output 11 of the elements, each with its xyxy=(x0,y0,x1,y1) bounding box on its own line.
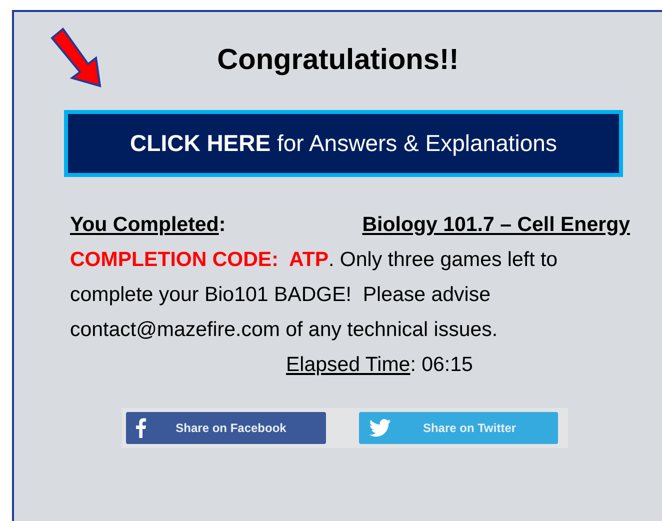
course-name: Biology 101.7 – Cell Energy xyxy=(362,212,630,238)
answers-button[interactable]: CLICK HERE for Answers & Explanations xyxy=(64,110,623,177)
facebook-icon xyxy=(136,418,146,438)
facebook-share-button[interactable]: Share on Facebook xyxy=(126,412,326,444)
completed-label: You Completed xyxy=(70,212,219,238)
title: Congratulations!! xyxy=(217,43,459,78)
message-text: COMPLETION CODE: ATP. Only three games left to complete your Bio101 BADGE! Please advise contact@mazefire.com of any technical issues. xyxy=(70,247,559,343)
colon: : xyxy=(218,212,226,238)
elapsed-label: Elapsed Time xyxy=(286,353,410,376)
bird-icon xyxy=(369,419,391,437)
elapsed-value: : 06:15 xyxy=(410,353,473,376)
